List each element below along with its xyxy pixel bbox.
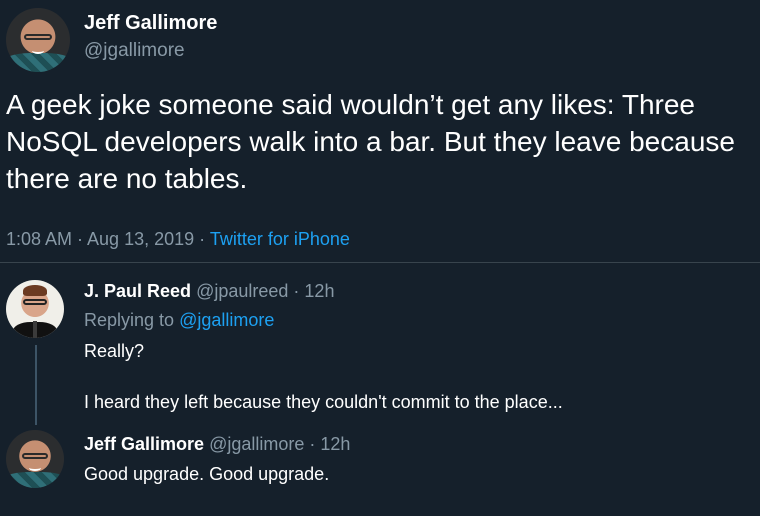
tweet-timestamp[interactable]: 1:08 AM · Aug 13, 2019 · <box>6 229 205 249</box>
replying-to: Replying to @jgallimore <box>84 310 274 331</box>
reply-author-handle[interactable]: @jpaulreed <box>196 281 288 301</box>
avatar-glasses <box>23 299 47 305</box>
tweet-thread: Jeff Gallimore @jgallimore A geek joke s… <box>0 0 760 516</box>
author-name[interactable]: Jeff Gallimore <box>84 12 217 35</box>
avatar-glasses <box>23 33 53 40</box>
avatar-shirt <box>6 53 70 72</box>
reply-header: Jeff Gallimore @jgallimore · 12h <box>84 434 350 455</box>
tweet-meta: 1:08 AM · Aug 13, 2019 · Twitter for iPh… <box>6 229 350 250</box>
tweet-text: A geek joke someone said wouldn’t get an… <box>6 89 735 194</box>
replying-to-prefix: Replying to <box>84 310 175 330</box>
reply-author-handle[interactable]: @jgallimore <box>209 434 304 454</box>
reply-text-line: Really? <box>84 341 145 361</box>
avatar-smile <box>29 465 41 472</box>
replying-to-link[interactable]: @jgallimore <box>179 310 274 330</box>
avatar-smile <box>31 46 45 54</box>
author-handle[interactable]: @jgallimore <box>84 40 185 62</box>
reply-header: J. Paul Reed @jpaulreed · 12h <box>84 281 334 302</box>
avatar[interactable] <box>6 280 64 338</box>
avatar[interactable] <box>6 8 70 72</box>
reply-age[interactable]: · 12h <box>293 281 334 301</box>
avatar[interactable] <box>6 430 64 488</box>
reply-text-line: Good upgrade. Good upgrade. <box>84 464 330 484</box>
avatar-tie <box>32 320 38 338</box>
avatar-glasses <box>22 453 48 459</box>
tweet-source-link[interactable]: Twitter for iPhone <box>210 229 350 249</box>
divider <box>0 262 760 263</box>
reply-author-name[interactable]: Jeff Gallimore <box>84 434 204 454</box>
reply-age[interactable]: · 12h <box>309 434 350 454</box>
reply-author-name[interactable]: J. Paul Reed <box>84 281 191 301</box>
reply-text-line: I heard they left because they couldn't … <box>84 392 563 412</box>
thread-connector-line <box>35 345 37 425</box>
avatar-hair <box>23 284 47 297</box>
avatar-shirt <box>6 471 64 488</box>
